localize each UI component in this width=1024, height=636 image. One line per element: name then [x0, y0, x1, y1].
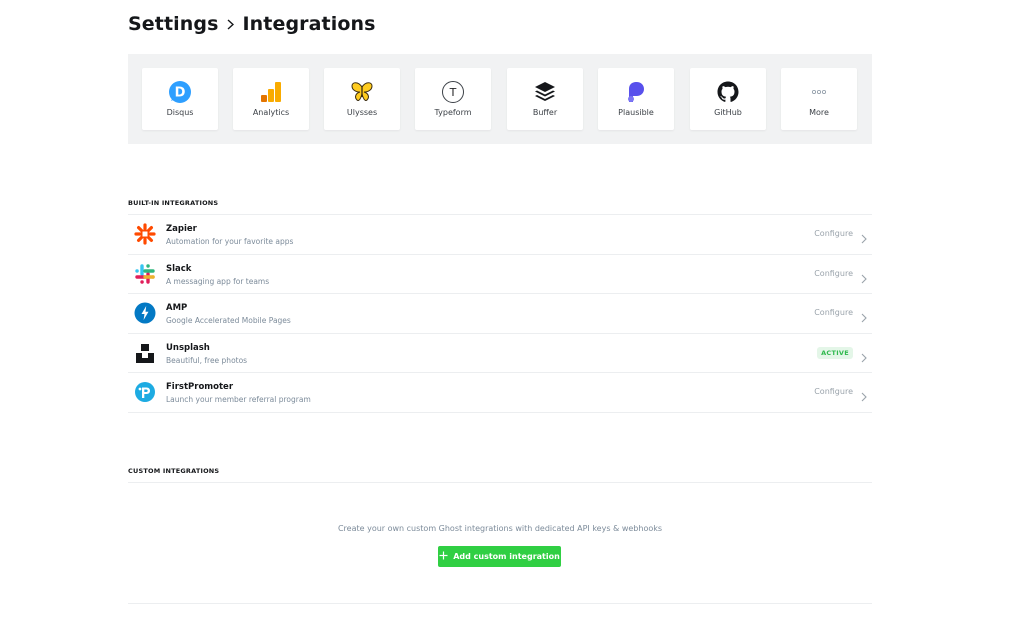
integration-row-zapier[interactable]: Zapier Automation for your favorite apps… [128, 215, 872, 255]
directory-tile-label: Typeform [434, 108, 472, 117]
directory-tile-label: Ulysses [346, 108, 378, 117]
unsplash-icon [134, 342, 156, 364]
directory-tile-ulysses[interactable]: Ulysses [324, 68, 400, 130]
directory-tile-label: Analytics [252, 108, 290, 117]
chevron-right-icon [860, 387, 868, 402]
directory-tile-analytics[interactable]: Analytics [233, 68, 309, 130]
builtin-integrations-list: Zapier Automation for your favorite apps… [128, 214, 872, 413]
chevron-right-icon [224, 12, 236, 36]
configure-link[interactable]: Configure [814, 229, 853, 238]
breadcrumb-settings-link[interactable]: Settings [128, 13, 218, 35]
breadcrumb: Settings Integrations [128, 12, 376, 36]
plausible-icon [624, 80, 648, 104]
slack-icon [134, 263, 156, 285]
add-custom-integration-label: Add custom integration [453, 552, 560, 561]
add-custom-integration-button[interactable]: Add custom integration [438, 546, 561, 567]
integration-title: AMP [166, 303, 188, 313]
directory-tile-label: More [809, 108, 829, 117]
configure-link[interactable]: Configure [814, 269, 853, 278]
integration-description: A messaging app for teams [166, 276, 270, 286]
divider [128, 482, 872, 483]
directory-tile-disqus[interactable]: D Disqus [142, 68, 218, 130]
chevron-right-icon [860, 348, 868, 362]
integration-title: Slack [166, 263, 192, 274]
status-badge: ACTIVE [817, 346, 853, 359]
directory-tile-buffer[interactable]: Buffer [507, 68, 583, 130]
ulysses-icon [350, 80, 374, 104]
integration-title: Unsplash [166, 342, 210, 353]
amp-icon [134, 302, 156, 324]
configure-link[interactable]: Configure [814, 308, 853, 317]
chevron-right-icon [860, 308, 868, 323]
configure-link[interactable]: Configure [814, 387, 853, 396]
integration-description: Automation for your favorite apps [166, 237, 294, 246]
directory-tile-label: Buffer [532, 108, 558, 117]
directory-tile-more[interactable]: More [781, 68, 857, 130]
chevron-right-icon [860, 229, 868, 244]
buffer-icon [533, 80, 557, 104]
analytics-icon [259, 80, 283, 104]
builtin-integrations-heading: BUILT-IN INTEGRATIONS [128, 199, 219, 207]
directory-tile-github[interactable]: GitHub [690, 68, 766, 130]
integration-row-unsplash[interactable]: Unsplash Beautiful, free photos ACTIVE [128, 334, 872, 373]
directory-tile-label: Plausible [618, 108, 654, 117]
directory-tile-plausible[interactable]: Plausible [598, 68, 674, 130]
plus-icon [439, 551, 448, 562]
integration-title: Zapier [166, 224, 197, 234]
integration-description: Launch your member referral program [166, 395, 311, 404]
integration-row-slack[interactable]: Slack A messaging app for teams Configur… [128, 255, 872, 294]
integration-description: Beautiful, free photos [166, 355, 248, 365]
typeform-icon: T [441, 80, 465, 104]
custom-integrations-heading: CUSTOM INTEGRATIONS [128, 467, 220, 475]
divider [128, 603, 872, 604]
zapier-icon [134, 223, 156, 245]
svg-text:T: T [449, 86, 457, 99]
firstpromoter-icon [134, 381, 156, 403]
integration-row-amp[interactable]: AMP Google Accelerated Mobile Pages Conf… [128, 294, 872, 334]
github-icon [716, 80, 740, 104]
page-title: Integrations [242, 13, 376, 35]
integration-directory: D Disqus Analytics Ulysses T Typeform Bu… [128, 54, 872, 144]
directory-tile-label: GitHub [714, 108, 742, 117]
custom-integrations-empty-text: Create your own custom Ghost integration… [337, 524, 663, 533]
disqus-icon: D [168, 80, 192, 104]
integration-description: Google Accelerated Mobile Pages [166, 316, 291, 325]
chevron-right-icon [860, 269, 868, 283]
integration-row-firstpromoter[interactable]: FirstPromoter Launch your member referra… [128, 373, 872, 413]
directory-tile-typeform[interactable]: T Typeform [415, 68, 491, 130]
more-icon [807, 80, 831, 104]
svg-text:D: D [175, 86, 186, 101]
integration-title: FirstPromoter [166, 382, 234, 392]
directory-tile-label: Disqus [166, 108, 194, 117]
